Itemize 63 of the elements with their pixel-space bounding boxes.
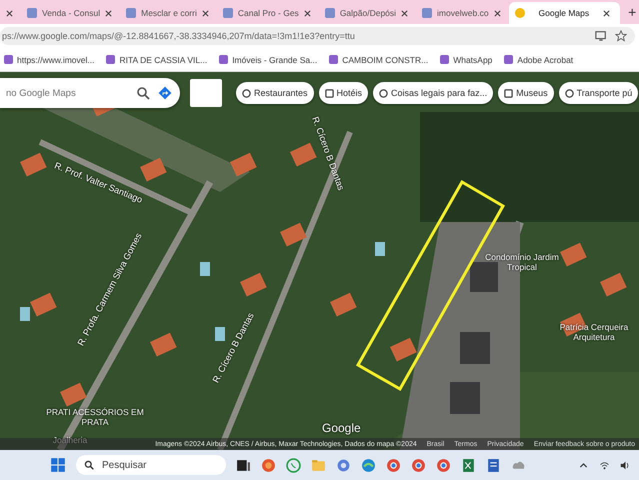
category-chip[interactable]: Museus <box>498 82 554 104</box>
swirl-icon[interactable] <box>336 458 351 472</box>
task-view-icon[interactable] <box>236 458 251 472</box>
windows-logo-icon[interactable] <box>50 457 66 473</box>
browser-tab[interactable]: imovelweb.co <box>416 2 507 24</box>
bookmark-link[interactable]: WhatsApp <box>440 54 492 64</box>
wifi-icon[interactable] <box>599 460 610 470</box>
bookmark-link[interactable]: https://www.imovel... <box>4 54 94 64</box>
map-search-field[interactable]: no Google Maps <box>4 86 128 100</box>
favicon-icon <box>514 8 525 18</box>
place-label: PRATI ACESSÓRIOS EM PRATA <box>45 407 145 427</box>
browser-tab[interactable]: Venda - Consul <box>21 2 118 24</box>
category-icon <box>564 88 574 98</box>
browser-tab[interactable]: Canal Pro - Ges <box>216 2 317 24</box>
chat-bubble-icon[interactable] <box>286 458 301 472</box>
close-icon[interactable] <box>202 10 209 16</box>
browser-tab[interactable]: Mesclar e corri <box>120 2 215 24</box>
speaker-icon[interactable] <box>620 460 631 470</box>
screen-icon[interactable] <box>595 30 607 42</box>
close-icon[interactable] <box>6 10 13 16</box>
close-icon[interactable] <box>304 10 311 16</box>
map-search-bar[interactable]: no Google Maps <box>0 78 180 108</box>
browser-icon[interactable] <box>436 458 451 472</box>
close-icon[interactable] <box>105 10 112 16</box>
spreadsheet-icon[interactable] <box>461 458 476 472</box>
category-chip[interactable]: Restaurantes <box>236 82 314 104</box>
category-icon <box>324 88 334 98</box>
search-icon[interactable] <box>84 460 94 470</box>
taskbar-search-field[interactable]: Pesquisar <box>100 458 204 472</box>
favicon-icon <box>27 8 37 18</box>
document-icon[interactable] <box>486 458 501 472</box>
favicon-icon <box>222 8 233 18</box>
category-icon <box>504 88 514 98</box>
category-icon <box>379 88 388 98</box>
category-chip[interactable]: Coisas legais para faz... <box>373 82 494 104</box>
bookmark-link[interactable]: Adobe Acrobat <box>504 54 574 64</box>
bookmark-link[interactable]: RITA DE CASSIA VIL... <box>106 54 208 64</box>
favicon-icon <box>324 8 335 18</box>
street-label: R. Cícero B Dantas <box>310 115 346 192</box>
browser-tab[interactable]: Google Maps <box>508 2 620 24</box>
browser-icon[interactable] <box>411 458 426 472</box>
bookmark-link[interactable]: CAMBOIM CONSTR... <box>329 54 428 64</box>
browser-icon[interactable] <box>386 458 401 472</box>
close-icon[interactable] <box>494 10 501 16</box>
close-icon[interactable] <box>603 10 610 16</box>
taskbar-search-bar[interactable]: Pesquisar <box>76 455 226 475</box>
place-label: Condomínio Jardim Tropical <box>484 252 560 272</box>
search-icon[interactable] <box>136 86 150 100</box>
map-logo: Google <box>322 421 361 435</box>
category-chip[interactable]: Hotéis <box>318 82 368 104</box>
browser-tab[interactable]: Galpão/Depósi <box>318 2 414 24</box>
place-label: Joalheria <box>52 435 88 445</box>
browser-icon[interactable] <box>261 458 276 472</box>
category-chip[interactable]: Transporte pú <box>558 82 638 104</box>
favicon-icon <box>126 8 136 18</box>
close-icon[interactable] <box>401 10 408 16</box>
address-bar[interactable]: ps://www.google.com/maps/@-12.8841667,-38.3334946,207m/data=!3m1!1e3?entry=ttu <box>0 27 635 45</box>
star-icon[interactable] <box>615 30 627 42</box>
category-icon <box>242 88 251 98</box>
bookmark-link[interactable]: Imóveis - Grande Sa... <box>219 54 318 64</box>
favicon-icon <box>422 8 432 18</box>
wave-browser-icon[interactable] <box>361 458 376 472</box>
new-tab-button[interactable]: + <box>622 4 639 24</box>
